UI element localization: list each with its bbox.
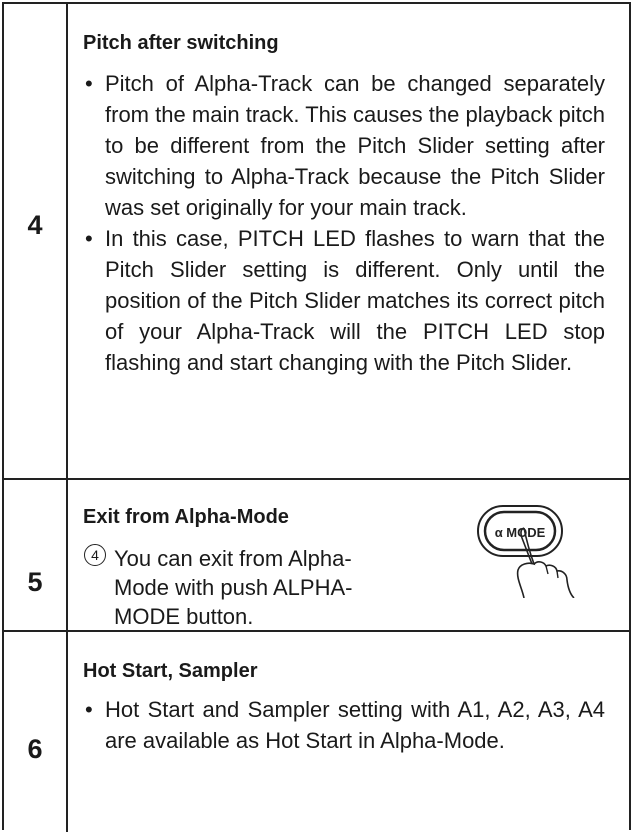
row-divider	[4, 478, 629, 480]
row-title-pitch-after-switching: Pitch after switching	[83, 32, 279, 54]
row-title-exit-from-alpha-mode: Exit from Alpha-Mode	[83, 506, 289, 528]
alpha-mode-button-illustration: α MODE	[477, 505, 575, 598]
list-item: • In this case, PITCH LED flashes to war…	[85, 223, 605, 378]
step-text: You can exit from Alpha-Mode with push A…	[114, 546, 353, 629]
bullet-text: Hot Start and Sampler setting with A1, A…	[105, 697, 605, 753]
bullet-text: Pitch of Alpha-Track can be changed sepa…	[105, 71, 605, 220]
row-divider	[4, 630, 629, 632]
instruction-table: 4 Pitch after switching • Pitch of Alpha…	[2, 2, 631, 832]
row-number-5: 5	[27, 567, 43, 597]
bullet-icon: •	[85, 226, 93, 251]
row-number-4: 4	[27, 210, 43, 240]
bullet-icon: •	[85, 697, 93, 722]
row-6-bullet-list: • Hot Start and Sampler setting with A1,…	[85, 694, 605, 756]
step-instruction: 4 You can exit from Alpha-Mode with push…	[84, 544, 384, 631]
row-title-hot-start-sampler: Hot Start, Sampler	[83, 660, 258, 682]
bullet-icon: •	[85, 71, 93, 96]
row-4-bullet-list: • Pitch of Alpha-Track can be changed se…	[85, 68, 605, 378]
row-number-6: 6	[27, 734, 43, 764]
step-number-badge: 4	[84, 544, 106, 566]
list-item: • Pitch of Alpha-Track can be changed se…	[85, 68, 605, 223]
list-item: • Hot Start and Sampler setting with A1,…	[85, 694, 605, 756]
column-divider	[66, 4, 68, 832]
bullet-text: In this case, PITCH LED flashes to warn …	[105, 226, 605, 375]
